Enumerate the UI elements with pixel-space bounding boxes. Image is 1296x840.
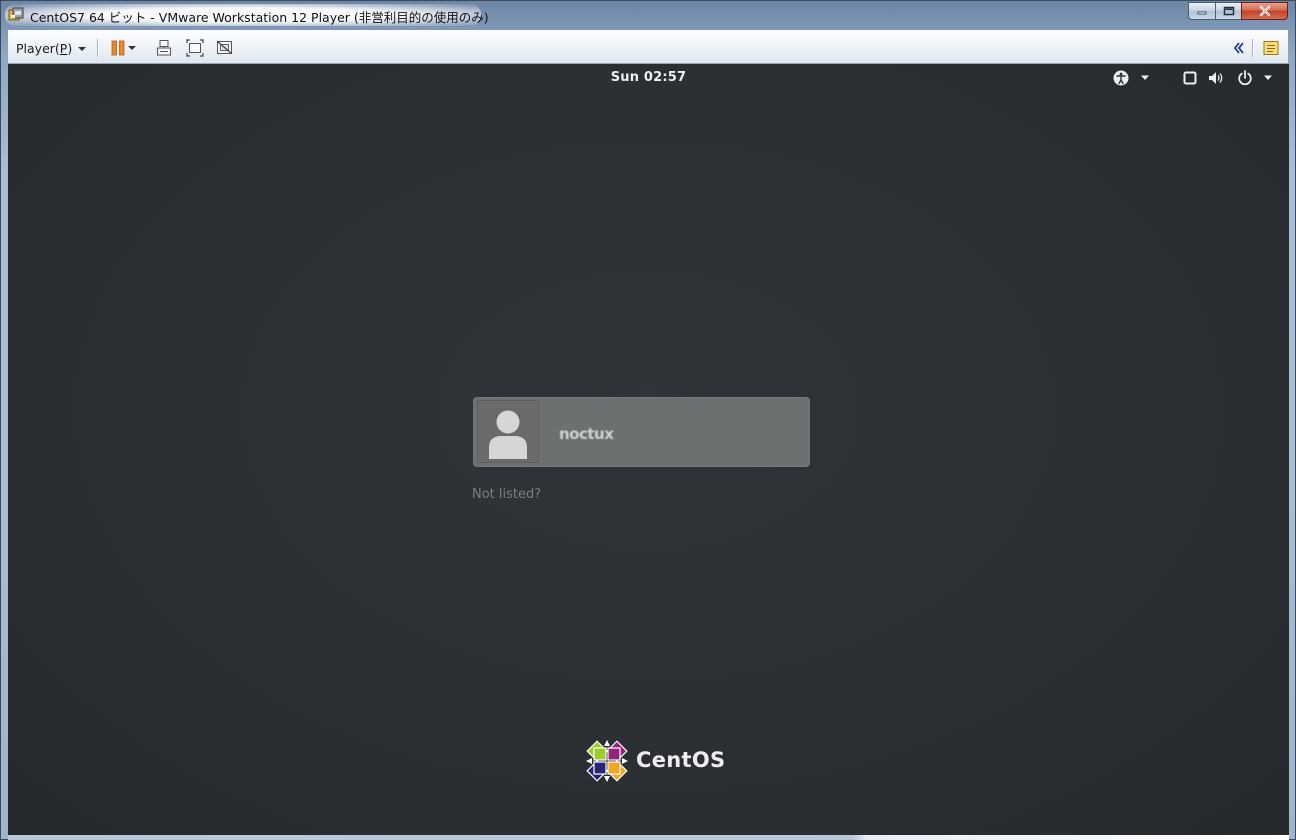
panel-clock[interactable]: Sun 02:57 — [8, 70, 1289, 85]
vmware-player-window: CentOS7 64 ビット - VMware Workstation 12 P… — [0, 0, 1296, 840]
guest-display[interactable]: Sun 02:57 noctux Not listed? CentOS — [8, 64, 1289, 835]
window-bottom-edge — [8, 835, 1289, 840]
user-name: noctux — [559, 425, 614, 443]
minimize-button[interactable] — [1188, 2, 1215, 20]
centos-wordmark: CentOS — [636, 748, 726, 772]
maximize-button[interactable] — [1215, 2, 1241, 20]
accessibility-icon[interactable] — [1113, 70, 1129, 86]
send-ctrl-alt-del-icon[interactable] — [156, 39, 174, 57]
close-icon — [1259, 5, 1270, 17]
fullscreen-icon[interactable] — [186, 39, 204, 57]
chevron-down-icon[interactable] — [1263, 75, 1273, 81]
volume-icon[interactable] — [1208, 70, 1225, 86]
player-menu-button[interactable]: Player(P) — [16, 39, 87, 57]
not-listed-link[interactable]: Not listed? — [472, 487, 541, 502]
unity-icon[interactable] — [216, 39, 234, 57]
screen-icon[interactable] — [1183, 70, 1197, 86]
avatar — [477, 400, 539, 463]
chevron-down-icon[interactable] — [1140, 75, 1150, 81]
pause-dropdown-icon[interactable] — [128, 46, 136, 50]
caption-buttons — [1188, 2, 1288, 21]
power-icon[interactable] — [1237, 70, 1253, 86]
maximize-icon — [1223, 6, 1234, 16]
close-button[interactable] — [1241, 2, 1288, 20]
message-log-icon[interactable] — [1262, 39, 1280, 57]
centos-emblem-icon — [586, 740, 628, 782]
player-menu-label: Player(P) — [16, 40, 73, 56]
toolbar-separator — [1252, 39, 1253, 57]
player-toolbar: Player(P) — [8, 30, 1288, 64]
toolbar-separator — [97, 39, 98, 57]
user-avatar-icon — [489, 410, 527, 459]
pause-icon[interactable] — [110, 39, 128, 57]
window-title: CentOS7 64 ビット - VMware Workstation 12 P… — [30, 10, 489, 25]
centos-logo: CentOS — [585, 739, 725, 783]
chevron-down-icon — [78, 46, 87, 51]
collapse-toolbar-icon[interactable] — [1230, 39, 1248, 57]
minimize-icon — [1197, 11, 1207, 15]
user-list-item[interactable]: noctux — [473, 397, 810, 467]
vmware-player-icon[interactable] — [8, 7, 24, 23]
title-bar[interactable]: CentOS7 64 ビット - VMware Workstation 12 P… — [1, 1, 1295, 30]
